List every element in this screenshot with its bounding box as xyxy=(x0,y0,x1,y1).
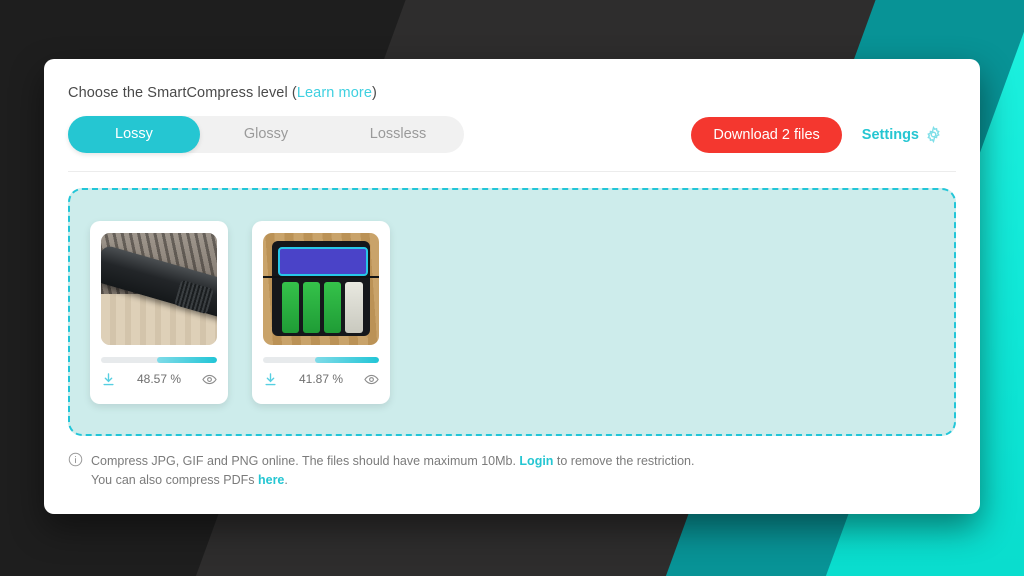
toolbar: Lossy Glossy Lossless Download 2 files S… xyxy=(68,116,956,171)
tab-lossy[interactable]: Lossy xyxy=(68,116,200,153)
panel-header: Choose the SmartCompress level (Learn mo… xyxy=(44,59,980,171)
thumbnail-art xyxy=(278,247,368,276)
toolbar-actions: Download 2 files Settings xyxy=(691,116,956,153)
file-card[interactable]: 41.87 % xyxy=(252,220,390,404)
gear-icon xyxy=(925,126,942,143)
header-divider xyxy=(68,171,956,172)
page-title: Choose the SmartCompress level (Learn mo… xyxy=(68,85,956,101)
info-icon xyxy=(68,452,83,490)
thumbnail-art xyxy=(263,276,379,279)
footer-line1-b: to remove the restriction. xyxy=(553,454,695,468)
download-files-button[interactable]: Download 2 files xyxy=(691,116,842,153)
footer-line2-a: You can also compress PDFs xyxy=(91,473,258,487)
download-icon[interactable] xyxy=(101,372,116,387)
download-icon[interactable] xyxy=(263,372,278,387)
learn-more-link[interactable]: Learn more xyxy=(297,85,372,101)
page-title-suffix: ) xyxy=(372,85,377,101)
compression-percent: 48.57 % xyxy=(136,372,182,386)
compression-progress-bar xyxy=(263,356,379,363)
thumbnail-art xyxy=(281,281,363,334)
progress-fill xyxy=(157,356,217,363)
page-title-prefix: Choose the SmartCompress level ( xyxy=(68,85,297,101)
tab-glossy[interactable]: Glossy xyxy=(200,116,332,153)
compress-panel: Choose the SmartCompress level (Learn mo… xyxy=(44,59,980,514)
eye-icon[interactable] xyxy=(364,372,379,387)
file-card[interactable]: 48.57 % xyxy=(90,220,228,404)
login-link[interactable]: Login xyxy=(519,454,553,468)
eye-icon[interactable] xyxy=(202,372,217,387)
file-card-actions: 41.87 % xyxy=(263,372,379,387)
progress-fill xyxy=(315,356,379,363)
compression-progress-bar xyxy=(101,356,217,363)
compression-percent: 41.87 % xyxy=(298,372,344,386)
here-link[interactable]: here xyxy=(258,473,284,487)
compression-level-tabs: Lossy Glossy Lossless xyxy=(68,116,464,153)
file-thumbnail xyxy=(263,232,379,345)
footer-line2-b: . xyxy=(284,473,288,487)
footer-note: Compress JPG, GIF and PNG online. The fi… xyxy=(68,452,956,490)
file-dropzone[interactable]: 48.57 % 41.87 % xyxy=(68,188,956,436)
footer-line1-a: Compress JPG, GIF and PNG online. The fi… xyxy=(91,454,520,468)
settings-label: Settings xyxy=(861,126,919,143)
settings-button[interactable]: Settings xyxy=(862,126,942,143)
file-card-actions: 48.57 % xyxy=(101,372,217,387)
footer-text: Compress JPG, GIF and PNG online. The fi… xyxy=(91,452,694,490)
file-thumbnail xyxy=(101,232,217,345)
tab-lossless[interactable]: Lossless xyxy=(332,116,464,153)
